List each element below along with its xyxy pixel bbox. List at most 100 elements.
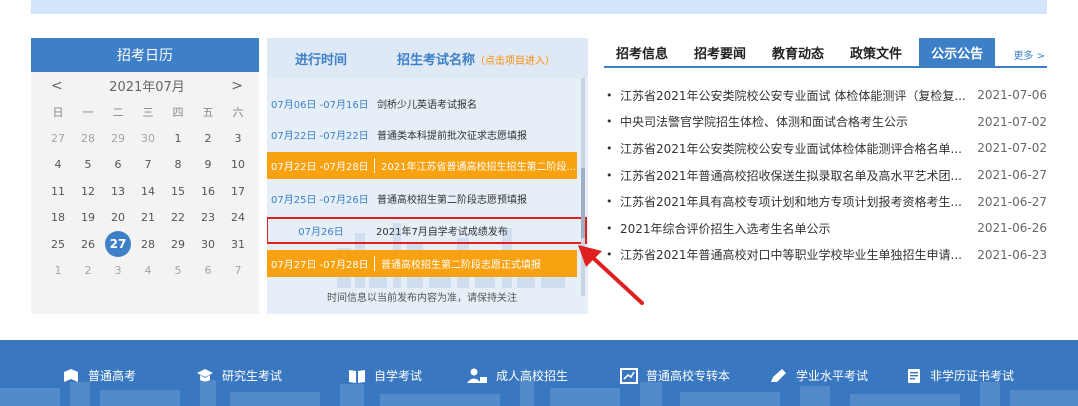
schedule-row-name[interactable]: 普通高校招生第二阶段志愿正式填报 <box>379 256 541 271</box>
nav-general-gaokao[interactable]: 普通高考 <box>62 367 136 384</box>
tab-exam-news[interactable]: 招考要闻 <box>681 38 759 66</box>
nav-self-study-exam[interactable]: 自学考试 <box>348 367 422 384</box>
calendar-day[interactable]: 13 <box>103 185 133 198</box>
calendar-day[interactable]: 1 <box>43 264 73 277</box>
calendar-day[interactable]: 28 <box>133 238 163 251</box>
calendar-day[interactable]: 22 <box>163 211 193 224</box>
news-item[interactable]: • 2021年综合评价招生入选考生名单公示 2021-06-26 <box>604 215 1047 242</box>
schedule-row[interactable]: 07月27日 -07月28日 普通高校招生第二阶段志愿正式填报 <box>267 250 577 277</box>
calendar-weekday-row: 日一二三四五六 <box>31 99 259 125</box>
calendar-day[interactable]: 31 <box>223 238 253 251</box>
calendar-day[interactable]: 23 <box>193 211 223 224</box>
nav-graduate-exam[interactable]: 研究生考试 <box>196 367 282 384</box>
calendar-day[interactable]: 1 <box>163 132 193 145</box>
news-item-title[interactable]: 江苏省2021年普通高校对口中等职业学校毕业生单独招生申请... <box>620 246 970 263</box>
news-item[interactable]: • 江苏省2021年具有高校专项计划和地方专项计划报考资格考生... 2021-06… <box>604 188 1047 215</box>
next-month-button[interactable]: > <box>231 78 243 94</box>
news-item-date: 2021-06-23 <box>977 247 1047 262</box>
prev-month-button[interactable]: < <box>51 78 63 94</box>
calendar-day[interactable]: 17 <box>223 185 253 198</box>
adult-learner-icon <box>467 368 487 383</box>
schedule-row[interactable]: 07月26日 2021年7月自学考试成绩发布 <box>267 217 587 244</box>
news-item-title[interactable]: 中央司法警官学院招生体检、体测和面试合格考生公示 <box>620 113 970 130</box>
calendar-day[interactable]: 4 <box>43 158 73 171</box>
nav-adult-college-admission[interactable]: 成人高校招生 <box>466 367 568 384</box>
calendar-day[interactable]: 3 <box>223 132 253 145</box>
news-more-link[interactable]: 更多 > <box>1013 47 1045 62</box>
news-item[interactable]: • 江苏省2021年公安类院校公安专业面试 体检体能测评（复检复... 2021-0… <box>604 82 1047 109</box>
schedule-col-time: 进行时间 <box>294 52 347 68</box>
weekday-label: 三 <box>142 106 154 119</box>
calendar-day[interactable]: 14 <box>133 185 163 198</box>
calendar-day[interactable]: 16 <box>193 185 223 198</box>
certificate-icon <box>908 368 920 383</box>
calendar-day[interactable]: 30 <box>193 238 223 251</box>
news-item[interactable]: • 中央司法警官学院招生体检、体测和面试合格考生公示 2021-07-02 <box>604 109 1047 136</box>
calendar-day[interactable]: 2 <box>193 132 223 145</box>
news-item-title[interactable]: 江苏省2021年公安类院校公安专业面试 体检体能测评（复检复... <box>620 87 970 104</box>
calendar-day[interactable]: 7 <box>133 158 163 171</box>
calendar-day[interactable]: 12 <box>73 185 103 198</box>
news-item-date: 2021-06-26 <box>977 221 1047 236</box>
calendar-day[interactable]: 25 <box>43 238 73 251</box>
schedule-row[interactable]: 07月25日 -07月26日 普通高校招生第二阶段志愿预填报 <box>267 185 577 212</box>
schedule-row-name[interactable]: 2021年江苏省普通高校招生招生第二阶段... <box>379 158 576 173</box>
news-item-title[interactable]: 江苏省2021年公安类院校公安专业面试体检体能测评合格名单... <box>620 140 970 157</box>
calendar-day[interactable]: 30 <box>133 132 163 145</box>
news-item[interactable]: • 江苏省2021年普通高校对口中等职业学校毕业生单独招生申请... 2021-06… <box>604 242 1047 269</box>
nav-academic-proficiency-test[interactable]: 学业水平考试 <box>770 367 868 384</box>
nav-college-transfer[interactable]: 普通高校专转本 <box>620 367 730 384</box>
calendar-day[interactable]: 27 <box>43 132 73 145</box>
calendar-day[interactable]: 4 <box>133 264 163 277</box>
tab-policy-documents[interactable]: 政策文件 <box>837 38 915 66</box>
calendar-week-row: 11 12 13 14 15 16 17 <box>31 178 259 205</box>
calendar-day[interactable]: 6 <box>103 158 133 171</box>
calendar-day[interactable]: 10 <box>223 158 253 171</box>
schedule-row-name[interactable]: 普通类本科提前批次征求志愿填报 <box>375 127 527 142</box>
calendar-day[interactable]: 15 <box>163 185 193 198</box>
calendar-day[interactable]: 5 <box>73 158 103 171</box>
calendar-day-today[interactable]: 27 <box>105 231 131 258</box>
pencil-icon <box>771 368 786 382</box>
calendar-day[interactable]: 20 <box>103 211 133 224</box>
calendar-day[interactable]: 9 <box>193 158 223 171</box>
tab-exam-info[interactable]: 招考信息 <box>604 38 681 66</box>
nav-label: 普通高考 <box>88 369 137 383</box>
tab-education-updates[interactable]: 教育动态 <box>759 38 837 66</box>
calendar-week-row: 27 28 29 30 1 2 3 <box>31 125 259 152</box>
calendar-day[interactable]: 29 <box>103 132 133 145</box>
news-item[interactable]: • 江苏省2021年普通高校招收保送生拟录取名单及高水平艺术团... 2021-06… <box>604 162 1047 189</box>
bullet-icon: • <box>606 141 613 155</box>
calendar-day[interactable]: 29 <box>163 238 193 251</box>
nav-label: 学业水平考试 <box>796 369 869 383</box>
calendar-day[interactable]: 21 <box>133 211 163 224</box>
calendar-day[interactable]: 6 <box>193 264 223 277</box>
nav-non-degree-certificate[interactable]: 非学历证书考试 <box>906 367 1014 384</box>
schedule-row-date: 07月06日 -07月16日 <box>271 100 369 111</box>
schedule-scrollbar-thumb[interactable] <box>581 168 585 238</box>
schedule-row[interactable]: 07月06日 -07月16日 剑桥少儿英语考试报名 <box>267 90 577 117</box>
news-item-title[interactable]: 2021年综合评价招生入选考生名单公示 <box>620 220 970 237</box>
news-item-title[interactable]: 江苏省2021年普通高校招收保送生拟录取名单及高水平艺术团... <box>620 167 970 184</box>
schedule-row-name[interactable]: 普通高校招生第二阶段志愿预填报 <box>375 191 527 206</box>
calendar-day[interactable]: 28 <box>73 132 103 145</box>
schedule-row[interactable]: 07月22日 -07月22日 普通类本科提前批次征求志愿填报 <box>267 121 577 148</box>
exam-schedule-panel: 进行时间 招生考试名称（点击项目进入） 07月06日 -07月16日 剑桥少儿英语… <box>267 38 588 314</box>
news-item[interactable]: • 江苏省2021年公安类院校公安专业面试体检体能测评合格名单... 2021-07… <box>604 135 1047 162</box>
calendar-day[interactable]: 11 <box>43 185 73 198</box>
calendar-day[interactable]: 8 <box>163 158 193 171</box>
calendar-day[interactable]: 2 <box>73 264 103 277</box>
news-item-title[interactable]: 江苏省2021年具有高校专项计划和地方专项计划报考资格考生... <box>620 193 970 210</box>
bullet-icon: • <box>606 221 613 235</box>
calendar-day[interactable]: 3 <box>103 264 133 277</box>
calendar-day[interactable]: 26 <box>73 238 103 251</box>
calendar-day[interactable]: 19 <box>73 211 103 224</box>
calendar-day[interactable]: 7 <box>223 264 253 277</box>
calendar-day[interactable]: 5 <box>163 264 193 277</box>
schedule-row-name[interactable]: 2021年7月自学考试成绩发布 <box>374 223 508 238</box>
calendar-day[interactable]: 24 <box>223 211 253 224</box>
calendar-day[interactable]: 18 <box>43 211 73 224</box>
schedule-row[interactable]: 07月22日 -07月28日 2021年江苏省普通高校招生招生第二阶段... <box>267 152 577 179</box>
tab-public-notices[interactable]: 公示公告 <box>919 38 996 66</box>
schedule-row-name[interactable]: 剑桥少儿英语考试报名 <box>375 96 477 111</box>
